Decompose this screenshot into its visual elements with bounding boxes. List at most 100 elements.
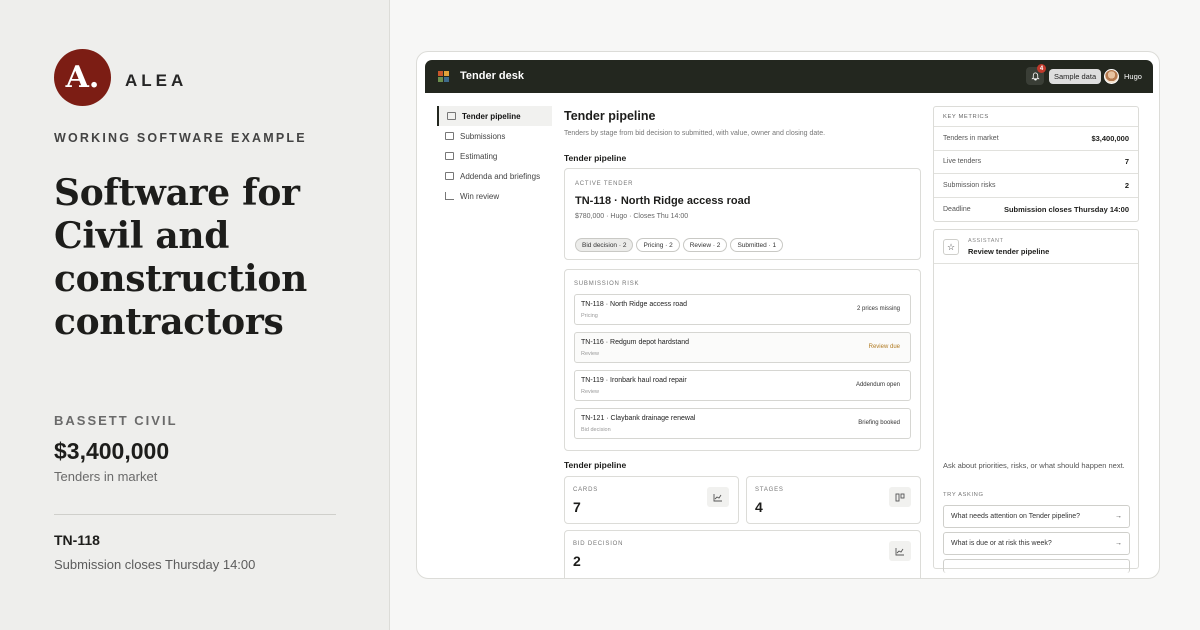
sidebar-item-addenda[interactable]: Addenda and briefings xyxy=(437,166,552,186)
metric-value: 7 xyxy=(1124,157,1129,167)
stat-value: 2 xyxy=(573,553,581,569)
risk-stage: Pricing xyxy=(581,313,598,319)
chip-review[interactable]: Review · 2 xyxy=(682,238,728,252)
stat-card-cards[interactable]: CARDS 7 xyxy=(564,476,739,524)
alea-logo: A. xyxy=(54,49,111,106)
eyebrow-text: WORKING SOFTWARE EXAMPLE xyxy=(54,131,307,145)
metric-label: Deadline xyxy=(943,205,971,213)
assistant-panel: ☆ ASSISTANT Review tender pipeline Ask a… xyxy=(933,229,1139,573)
logo-letter: A. xyxy=(65,60,100,95)
company-name: BASSETT CIVIL xyxy=(54,413,178,428)
user-name[interactable]: Hugo xyxy=(1124,72,1142,81)
sidebar-item-label: Win review xyxy=(460,191,500,201)
chip-pricing[interactable]: Pricing · 2 xyxy=(636,238,680,252)
metric-label: Tenders in market xyxy=(943,134,999,142)
risk-name: TN-119 · Ironbark haul road repair xyxy=(581,377,687,384)
key-metrics-header: KEY METRICS xyxy=(934,107,1138,127)
assistant-title: Review tender pipeline xyxy=(968,247,1050,256)
suggestion-button[interactable]: What is due or at risk this week? → xyxy=(943,532,1130,555)
tender-id: TN-118 xyxy=(54,532,100,548)
board-icon xyxy=(889,487,911,507)
arrow-right-icon: → xyxy=(1115,513,1122,520)
metric-value: 2 xyxy=(1124,180,1129,190)
star-icon[interactable]: ☆ xyxy=(943,239,959,255)
risk-stage: Review xyxy=(581,389,600,395)
sidebar-item-label: Tender pipeline xyxy=(462,111,521,121)
metric-row: Submission risks 2 xyxy=(934,174,1138,198)
suggestion-button[interactable]: What needs attention on Tender pipeline?… xyxy=(943,505,1130,528)
brand-name: ALEA xyxy=(125,71,188,90)
sidebar-item-label: Estimating xyxy=(460,151,498,161)
chart-icon xyxy=(445,192,454,200)
stat-card-stages[interactable]: STAGES 4 xyxy=(746,476,921,524)
bell-icon xyxy=(1030,71,1040,80)
try-asking-label: TRY ASKING xyxy=(943,492,984,498)
sidebar-item-win-review[interactable]: Win review xyxy=(437,186,552,206)
stat-label: BID DECISION xyxy=(573,541,624,547)
document-icon xyxy=(445,172,454,180)
top-bar: Tender desk 4 Sample data Hugo xyxy=(425,60,1153,93)
suggestion-text: What is due or at risk this week? xyxy=(951,540,1052,547)
table-icon xyxy=(445,152,454,160)
metric-row: Live tenders 7 xyxy=(934,151,1138,174)
stat-value: 4 xyxy=(755,499,763,515)
metric-label: Live tenders xyxy=(943,158,982,166)
stat-label: STAGES xyxy=(755,487,784,493)
sidebar-nav: Tender pipeline Submissions Estimating A… xyxy=(437,106,552,206)
risk-stage: Review xyxy=(581,351,600,357)
active-tender-card[interactable]: ACTIVE TENDER TN-118 · North Ridge acces… xyxy=(564,168,921,260)
stat-value: 7 xyxy=(573,499,581,515)
active-tender-meta: $780,000 · Hugo · Closes Thu 14:00 xyxy=(575,213,689,220)
stat-card-bid-decision[interactable]: BID DECISION 2 xyxy=(564,530,921,578)
metric-row: Deadline Submission closes Thursday 14:00 xyxy=(934,198,1138,222)
risk-row[interactable]: TN-116 · Redgum depot hardstand Review R… xyxy=(574,332,911,363)
divider xyxy=(54,514,336,515)
chart-icon xyxy=(889,541,911,561)
sidebar-item-estimating[interactable]: Estimating xyxy=(437,146,552,166)
sidebar-item-submissions[interactable]: Submissions xyxy=(437,126,552,146)
active-tender-title: TN-118 · North Ridge access road xyxy=(575,195,751,207)
sidebar-item-label: Submissions xyxy=(460,131,506,141)
chip-bid-decision[interactable]: Bid decision · 2 xyxy=(575,238,634,252)
active-tender-label: ACTIVE TENDER xyxy=(575,181,634,187)
app-window: Tender desk 4 Sample data Hugo Tender pi… xyxy=(416,51,1160,579)
risk-row[interactable]: TN-121 · Claybank drainage renewal Bid d… xyxy=(574,408,911,439)
metric-value: $3,400,000 xyxy=(1091,133,1129,143)
app-title: Tender desk xyxy=(460,70,524,82)
submission-risk-card: SUBMISSION RISK TN-118 · North Ridge acc… xyxy=(564,269,921,451)
chip-submitted[interactable]: Submitted · 1 xyxy=(730,238,784,252)
risk-stage: Bid decision xyxy=(581,427,611,433)
sample-data-button[interactable]: Sample data xyxy=(1049,69,1102,84)
app-logo-icon xyxy=(438,71,450,83)
tender-deadline: Submission closes Thursday 14:00 xyxy=(54,557,256,572)
section-title: Tender pipeline xyxy=(564,460,627,470)
sidebar-item-label: Addenda and briefings xyxy=(460,171,541,181)
promo-panel: A. ALEA WORKING SOFTWARE EXAMPLE Softwar… xyxy=(0,0,390,630)
inbox-icon xyxy=(445,132,454,140)
assistant-header: ☆ ASSISTANT Review tender pipeline xyxy=(934,230,1138,264)
risk-name: TN-118 · North Ridge access road xyxy=(581,301,688,308)
risk-status: Addendum open xyxy=(855,382,900,388)
assistant-prompt: Ask about priorities, risks, or what sho… xyxy=(943,461,1125,470)
metric-value: Submission closes Thursday 14:00 xyxy=(1003,204,1129,214)
stat-label: CARDS xyxy=(573,487,599,493)
metric-label: Submission risks xyxy=(943,181,996,189)
risk-row[interactable]: TN-118 · North Ridge access road Pricing… xyxy=(574,294,911,325)
arrow-right-icon: → xyxy=(1115,540,1122,547)
avatar[interactable] xyxy=(1104,69,1119,84)
risk-name: TN-116 · Redgum depot hardstand xyxy=(581,339,690,346)
metric-row: Tenders in market $3,400,000 xyxy=(934,127,1138,151)
risk-name: TN-121 · Claybank drainage renewal xyxy=(581,415,696,422)
sidebar-item-tender-pipeline[interactable]: Tender pipeline xyxy=(437,106,552,126)
risk-row[interactable]: TN-119 · Ironbark haul road repair Revie… xyxy=(574,370,911,401)
tenders-value-label: Tenders in market xyxy=(54,469,158,484)
risk-status: Review due xyxy=(868,344,900,350)
headline: Software for Civil and construction cont… xyxy=(54,172,307,343)
key-metrics-panel: KEY METRICS Tenders in market $3,400,000 … xyxy=(933,106,1139,222)
suggestion-button[interactable] xyxy=(943,559,1130,573)
section-title: Tender pipeline xyxy=(564,153,627,163)
page-title: Tender pipeline xyxy=(564,109,656,123)
submission-risk-label: SUBMISSION RISK xyxy=(574,281,640,287)
assistant-label: ASSISTANT xyxy=(968,238,1004,244)
risk-status: 2 prices missing xyxy=(856,306,900,312)
